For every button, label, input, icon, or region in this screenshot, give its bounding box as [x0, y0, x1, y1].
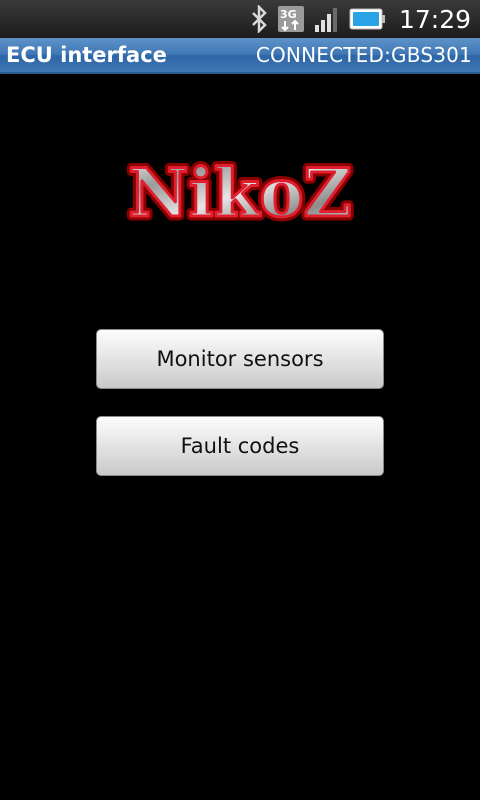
logo-text: NikoZ — [128, 154, 351, 232]
network-type-label: 3G — [280, 8, 297, 21]
app-screen: 3G 17:29 ECU interface CONNECTED:GBS301 … — [0, 0, 480, 800]
connection-status: CONNECTED:GBS301 — [255, 43, 472, 67]
status-bar: 3G 17:29 — [0, 0, 480, 38]
3g-data-icon: 3G — [277, 5, 305, 33]
battery-icon — [349, 6, 387, 32]
app-title: ECU interface — [6, 43, 167, 67]
nikoz-logo: NikoZ NikoZ — [110, 150, 370, 237]
fault-codes-button[interactable]: Fault codes — [96, 416, 384, 476]
signal-strength-icon — [313, 5, 341, 33]
fault-codes-label: Fault codes — [180, 434, 300, 458]
monitor-sensors-button[interactable]: Monitor sensors — [96, 329, 384, 389]
status-time: 17:29 — [398, 4, 471, 34]
app-title-bar: ECU interface CONNECTED:GBS301 — [0, 38, 480, 74]
bluetooth-icon — [249, 5, 269, 33]
monitor-sensors-label: Monitor sensors — [156, 347, 324, 371]
